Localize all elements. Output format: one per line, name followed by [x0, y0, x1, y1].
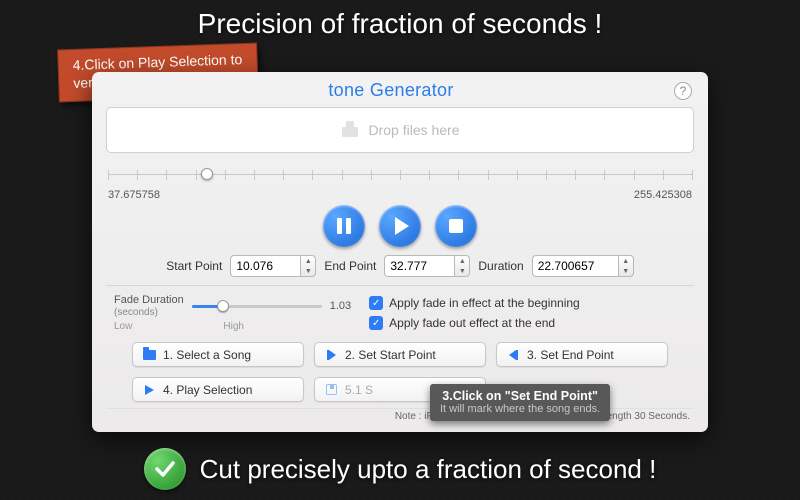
start-point-input[interactable] — [230, 255, 300, 277]
fade-in-checkbox[interactable]: ✓ Apply fade in effect at the beginning — [369, 296, 580, 310]
fade-panel: Fade Duration (seconds) 1.03 Low High ✓ A… — [106, 285, 694, 332]
pause-icon — [337, 218, 351, 234]
set-start-point-button[interactable]: 2. Set Start Point — [314, 342, 486, 367]
duration-input[interactable] — [532, 255, 618, 277]
fade-high-label: High — [223, 321, 244, 332]
fade-checks: ✓ Apply fade in effect at the beginning ✓… — [369, 296, 580, 330]
footer-text: Cut precisely upto a fraction of second … — [200, 454, 657, 485]
dropzone-label: Drop files here — [368, 122, 459, 138]
app-title: tone Generator — [328, 80, 453, 101]
fade-value: 1.03 — [330, 300, 351, 312]
end-point-label: End Point — [324, 259, 376, 273]
fade-low-label: Low — [114, 321, 132, 332]
time-end-bound: 255.425308 — [634, 189, 692, 201]
help-button[interactable]: ? — [674, 82, 692, 100]
play-icon — [145, 385, 154, 395]
play-selection-label: 4. Play Selection — [163, 383, 252, 397]
pause-button[interactable] — [323, 205, 365, 247]
play-button[interactable] — [379, 205, 421, 247]
dropzone[interactable]: Drop files here — [106, 107, 694, 153]
tooltip-sub: It will mark where the song ends. — [440, 403, 600, 415]
folder-icon — [143, 350, 156, 360]
checkmark-icon: ✓ — [369, 316, 383, 330]
fade-out-checkbox[interactable]: ✓ Apply fade out effect at the end — [369, 316, 580, 330]
fade-slider-knob[interactable] — [217, 300, 229, 312]
end-point-input[interactable] — [384, 255, 454, 277]
end-point-stepper[interactable]: ▲▼ — [454, 255, 470, 277]
headline: Precision of fraction of seconds ! — [0, 0, 800, 46]
set-end-label: 3. Set End Point — [527, 348, 614, 362]
titlebar: tone Generator ? — [106, 78, 694, 107]
points-row: Start Point ▲▼ End Point ▲▼ Duration ▲▼ — [106, 255, 694, 277]
app-window: tone Generator ? Drop files here 37.6757… — [92, 72, 708, 432]
select-song-label: 1. Select a Song — [163, 348, 251, 362]
skip-start-icon — [327, 350, 336, 360]
footer: Cut precisely upto a fraction of second … — [0, 448, 800, 490]
duration-stepper[interactable]: ▲▼ — [618, 255, 634, 277]
box-icon — [340, 121, 360, 139]
check-circle-icon — [144, 448, 186, 490]
stop-icon — [449, 219, 463, 233]
checkmark-icon: ✓ — [369, 296, 383, 310]
set-start-label: 2. Set Start Point — [345, 348, 436, 362]
fade-slider[interactable] — [192, 298, 322, 314]
duration-field[interactable]: ▲▼ — [532, 255, 634, 277]
start-point-stepper[interactable]: ▲▼ — [300, 255, 316, 277]
fade-in-label: Apply fade in effect at the beginning — [389, 296, 580, 310]
play-icon — [395, 217, 409, 235]
save-label: 5.1 S — [345, 383, 373, 397]
timeline-slider[interactable] — [108, 165, 692, 185]
skip-end-icon — [509, 350, 518, 360]
playback-controls — [106, 205, 694, 247]
tooltip-step3: 3.Click on "Set End Point" It will mark … — [430, 384, 610, 421]
set-end-point-button[interactable]: 3. Set End Point — [496, 342, 668, 367]
play-selection-button[interactable]: 4. Play Selection — [132, 377, 304, 402]
end-point-field[interactable]: ▲▼ — [384, 255, 470, 277]
fade-title: Fade Duration — [114, 294, 184, 306]
start-point-field[interactable]: ▲▼ — [230, 255, 316, 277]
save-icon — [326, 384, 337, 395]
stop-button[interactable] — [435, 205, 477, 247]
fade-duration-group: Fade Duration (seconds) 1.03 Low High — [106, 294, 351, 332]
timeline-thumb[interactable] — [201, 168, 213, 180]
select-song-button[interactable]: 1. Select a Song — [132, 342, 304, 367]
step-buttons-row1: 1. Select a Song 2. Set Start Point 3. S… — [106, 342, 694, 367]
time-start-bound: 37.675758 — [108, 189, 160, 201]
fade-unit: (seconds) — [114, 307, 158, 318]
tooltip-title: 3.Click on "Set End Point" — [442, 389, 598, 403]
fade-out-label: Apply fade out effect at the end — [389, 316, 555, 330]
start-point-label: Start Point — [166, 259, 222, 273]
duration-label: Duration — [478, 259, 523, 273]
